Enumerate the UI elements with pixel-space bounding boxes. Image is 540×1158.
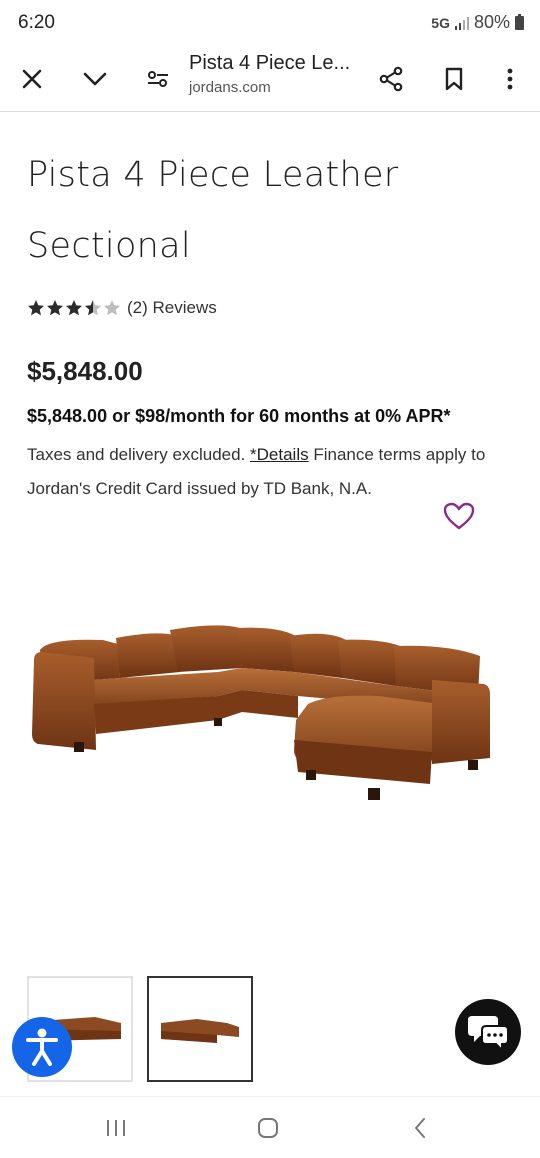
star-icon: [104, 300, 120, 316]
product-title: Pista 4 Piece Leather Sectional: [27, 155, 399, 266]
product-main-image[interactable]: [28, 600, 498, 830]
star-icon: [47, 300, 63, 316]
share-icon[interactable]: [371, 59, 411, 99]
terms-prefix: Taxes and delivery excluded.: [27, 445, 251, 464]
star-icon: [28, 300, 44, 316]
home-icon[interactable]: [248, 1113, 288, 1143]
product-info: Pista 4 Piece Leather Sectional (2) Revi…: [27, 140, 517, 530]
finance-offer: $5,848.00 or $98/month for 60 months at …: [27, 406, 451, 426]
recent-apps-icon[interactable]: [96, 1113, 136, 1143]
star-rating: [27, 299, 121, 317]
page-domain: jordans.com: [189, 79, 271, 96]
reviews-link[interactable]: (2) Reviews: [127, 298, 217, 318]
wishlist-heart-icon[interactable]: [443, 502, 475, 535]
signal-icon: [454, 16, 469, 30]
custom-tab-toolbar: Pista 4 Piece Le... jordans.com: [0, 46, 540, 112]
status-indicators: 5G 80%: [431, 12, 524, 33]
rating-row[interactable]: (2) Reviews: [27, 298, 217, 318]
chat-button[interactable]: [455, 999, 521, 1065]
accessibility-button[interactable]: [12, 1017, 72, 1077]
details-link[interactable]: *Details: [250, 445, 309, 464]
system-nav-bar: [0, 1096, 540, 1158]
battery-icon: [515, 13, 524, 30]
star-icon: [85, 300, 101, 316]
close-icon[interactable]: [12, 59, 52, 99]
network-indicator: 5G: [431, 14, 450, 31]
chevron-down-icon[interactable]: [75, 59, 115, 99]
back-icon[interactable]: [400, 1113, 440, 1143]
product-price: $5,848.00: [27, 356, 143, 386]
page-title: Pista 4 Piece Le...: [189, 52, 351, 74]
page-title-area[interactable]: Pista 4 Piece Le... jordans.com: [189, 52, 369, 96]
status-bar: 6:20 5G 80%: [0, 0, 540, 46]
bookmark-icon[interactable]: [434, 59, 474, 99]
chat-bubbles-icon: [468, 1016, 509, 1052]
battery-level: 80%: [473, 12, 510, 32]
accessibility-icon: [26, 1028, 58, 1066]
finance-terms: Taxes and delivery excluded. *Details Fi…: [27, 438, 517, 506]
more-vertical-icon[interactable]: [490, 59, 530, 99]
thumbnail-2[interactable]: [147, 976, 253, 1082]
status-time: 6:20: [18, 12, 55, 33]
star-icon: [66, 300, 82, 316]
page-settings-icon[interactable]: [138, 59, 178, 99]
